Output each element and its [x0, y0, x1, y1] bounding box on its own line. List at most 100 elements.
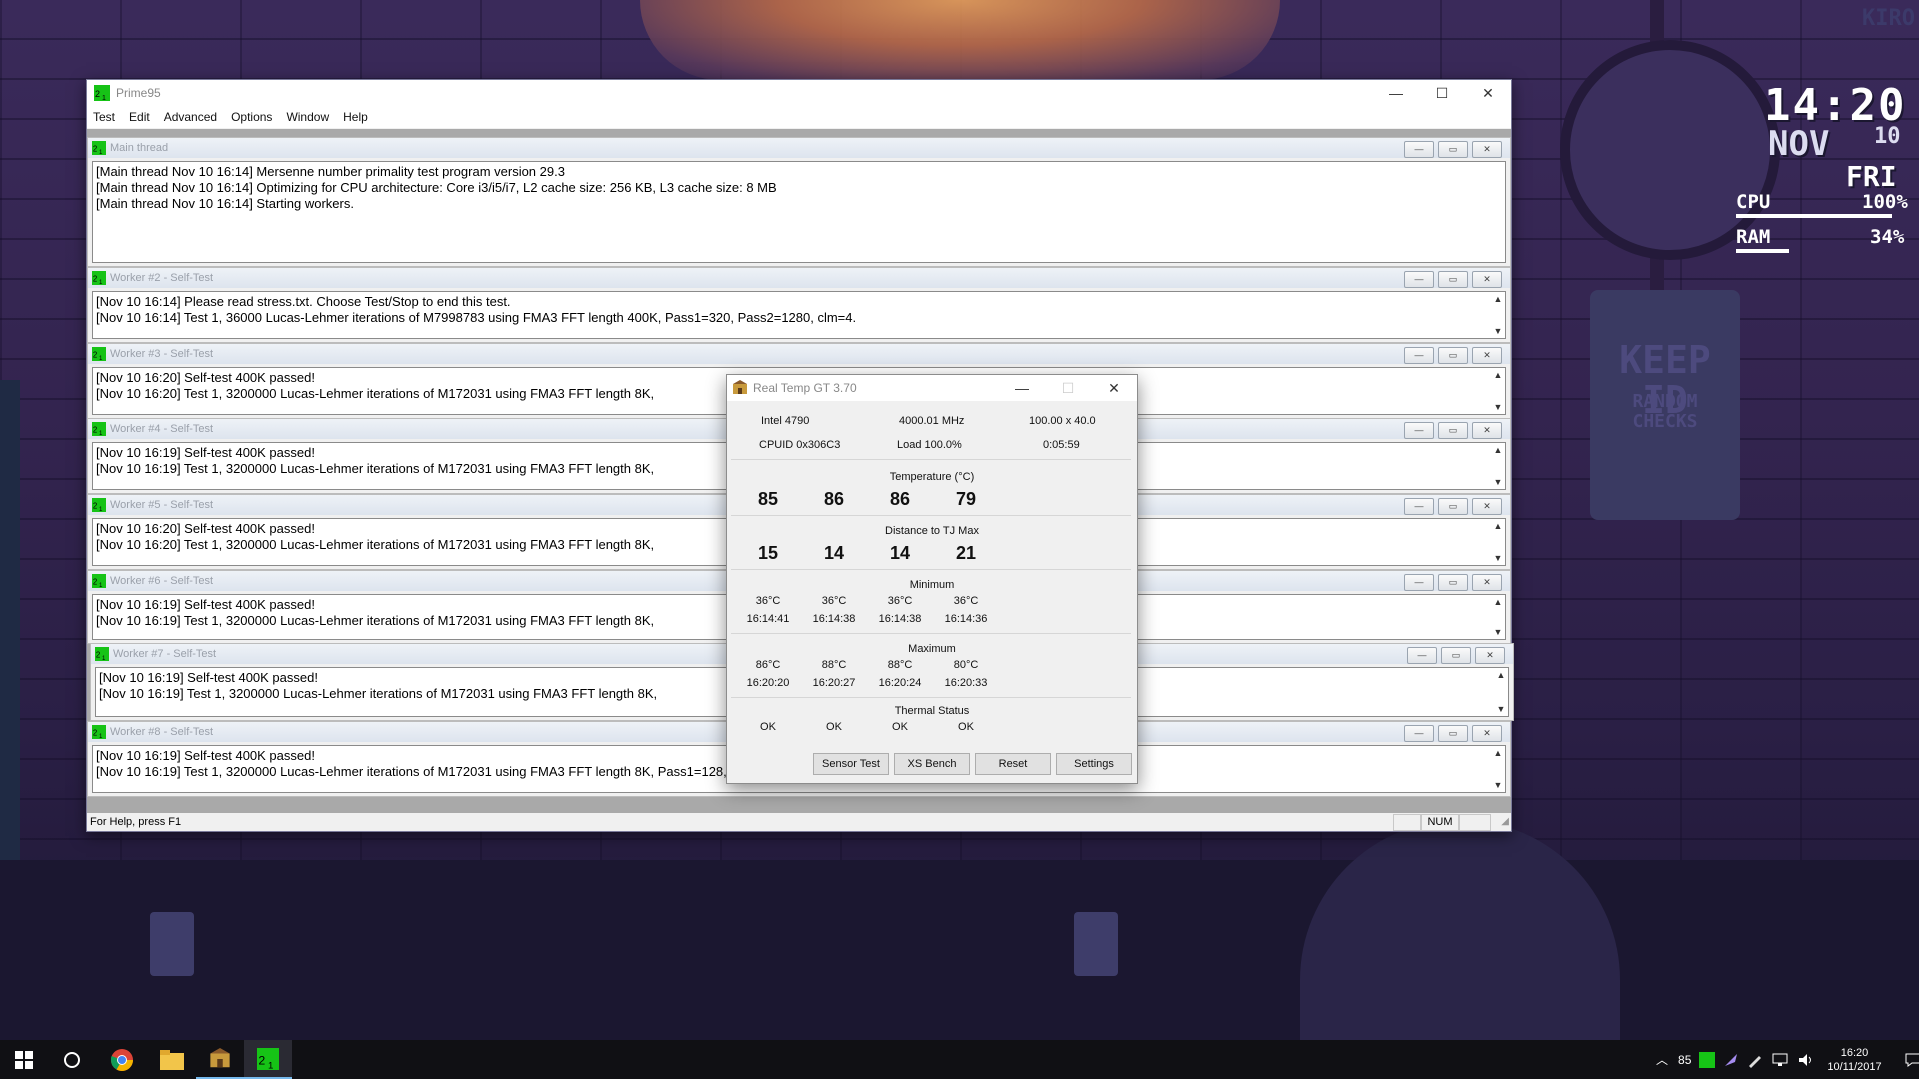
tray-overflow-chevron-icon[interactable]: ︿	[1656, 1051, 1668, 1068]
settings-button[interactable]: Settings	[1056, 753, 1132, 775]
mdi-minimize-button[interactable]: —	[1404, 141, 1434, 158]
mdi-window-title: Worker #4 - Self-Test	[110, 423, 214, 435]
minimize-button[interactable]: —	[1373, 80, 1419, 106]
scroll-up-arrow-icon[interactable]: ▲	[1491, 519, 1505, 533]
scroll-up-arrow-icon[interactable]: ▲	[1491, 292, 1505, 306]
widget-ram-value: 34%	[1870, 226, 1905, 248]
tray-temp-readout[interactable]: 85	[1678, 1053, 1691, 1067]
mdi-minimize-button[interactable]: —	[1404, 347, 1434, 364]
mdi-minimize-button[interactable]: —	[1404, 271, 1434, 288]
vertical-scrollbar[interactable]: ▲ ▼	[1491, 595, 1505, 639]
log-line: [Main thread Nov 10 16:14] Starting work…	[96, 196, 354, 211]
core-temp: 85	[757, 489, 779, 509]
menu-options[interactable]: Options	[231, 110, 272, 124]
network-icon[interactable]	[1771, 1052, 1789, 1068]
svg-text:2: 2	[93, 729, 97, 738]
min-temp: 36°C	[887, 595, 913, 607]
mdi-restore-button[interactable]: ▭	[1438, 574, 1468, 591]
mdi-restore-button[interactable]: ▭	[1438, 422, 1468, 439]
vertical-scrollbar[interactable]: ▲ ▼	[1494, 668, 1508, 716]
taskbar-clock[interactable]: 16:20 10/11/2017	[1827, 1046, 1881, 1074]
log-output[interactable]: [Main thread Nov 10 16:14] Mersenne numb…	[92, 161, 1506, 263]
mdi-close-button[interactable]: ✕	[1472, 347, 1502, 364]
scroll-up-arrow-icon[interactable]: ▲	[1491, 595, 1505, 609]
mdi-close-button[interactable]: ✕	[1472, 422, 1502, 439]
mdi-close-button[interactable]: ✕	[1475, 647, 1505, 664]
mdi-restore-button[interactable]: ▭	[1438, 725, 1468, 742]
search-button[interactable]	[48, 1040, 96, 1079]
resize-grip-icon[interactable]: ◢	[1501, 813, 1509, 831]
svg-text:1: 1	[99, 279, 103, 285]
mdi-restore-button[interactable]: ▭	[1441, 647, 1471, 664]
mdi-restore-button[interactable]: ▭	[1438, 141, 1468, 158]
main-thread-window[interactable]: 2 1 Main thread — ▭ ✕ [Main thread Nov 10 16:1…	[87, 137, 1511, 267]
worker-window[interactable]: 2 1 Worker #2 - Self-Test — ▭ ✕ [Nov 10 16:14]…	[87, 267, 1511, 343]
log-output[interactable]: [Nov 10 16:14] Please read stress.txt. C…	[92, 291, 1506, 339]
scroll-up-arrow-icon[interactable]: ▲	[1491, 746, 1505, 760]
mdi-minimize-button[interactable]: —	[1404, 498, 1434, 515]
tray-pen-icon[interactable]	[1747, 1052, 1763, 1068]
mdi-close-button[interactable]: ✕	[1472, 498, 1502, 515]
vertical-scrollbar[interactable]: ▲ ▼	[1491, 443, 1505, 489]
mdi-restore-button[interactable]: ▭	[1438, 347, 1468, 364]
scroll-down-arrow-icon[interactable]: ▼	[1491, 475, 1505, 489]
menu-advanced[interactable]: Advanced	[164, 110, 217, 124]
menu-test[interactable]: Test	[93, 110, 115, 124]
svg-text:2: 2	[93, 275, 97, 284]
mdi-close-button[interactable]: ✕	[1472, 725, 1502, 742]
scroll-up-arrow-icon[interactable]: ▲	[1494, 668, 1508, 682]
separator	[731, 459, 1131, 460]
scroll-down-arrow-icon[interactable]: ▼	[1491, 778, 1505, 792]
realtemp-close-button[interactable]: ✕	[1091, 375, 1137, 401]
mdi-close-button[interactable]: ✕	[1472, 141, 1502, 158]
mdi-minimize-button[interactable]: —	[1407, 647, 1437, 664]
vertical-scrollbar[interactable]: ▲ ▼	[1491, 519, 1505, 565]
scroll-down-arrow-icon[interactable]: ▼	[1491, 625, 1505, 639]
mdi-restore-button[interactable]: ▭	[1438, 498, 1468, 515]
tray-prime95-icon[interactable]	[1699, 1051, 1716, 1068]
realtemp-window[interactable]: Real Temp GT 3.70 — ☐ ✕ Intel 4790 4000.…	[726, 374, 1138, 784]
mdi-close-button[interactable]: ✕	[1472, 271, 1502, 288]
action-center-icon[interactable]	[1904, 1052, 1919, 1068]
start-button[interactable]	[0, 1040, 48, 1079]
taskbar-file-explorer[interactable]	[148, 1040, 196, 1079]
thermal-status: OK	[826, 721, 842, 733]
mdi-minimize-button[interactable]: —	[1404, 574, 1434, 591]
scroll-down-arrow-icon[interactable]: ▼	[1494, 702, 1508, 716]
menu-help[interactable]: Help	[343, 110, 368, 124]
volume-icon[interactable]	[1797, 1052, 1815, 1068]
scroll-up-arrow-icon[interactable]: ▲	[1491, 368, 1505, 382]
scroll-down-arrow-icon[interactable]: ▼	[1491, 324, 1505, 338]
mdi-titlebar[interactable]: 2 1 Main thread — ▭ ✕	[88, 138, 1510, 158]
mdi-minimize-button[interactable]: —	[1404, 725, 1434, 742]
xs-bench-button[interactable]: XS Bench	[894, 753, 970, 775]
widget-day: 10	[1874, 124, 1901, 149]
scroll-down-arrow-icon[interactable]: ▼	[1491, 551, 1505, 565]
close-button[interactable]: ✕	[1465, 80, 1511, 106]
taskbar-realtemp[interactable]	[196, 1040, 244, 1079]
prime95-titlebar[interactable]: 21 Prime95 — ☐ ✕	[87, 80, 1511, 106]
mdi-titlebar[interactable]: 2 1 Worker #2 - Self-Test — ▭ ✕	[88, 268, 1510, 288]
ceiling-lamp	[640, 0, 1280, 80]
prime95-menubar: Test Edit Advanced Options Window Help	[87, 106, 1511, 128]
sensor-test-button[interactable]: Sensor Test	[813, 753, 889, 775]
svg-text:2: 2	[93, 351, 97, 360]
vertical-scrollbar[interactable]: ▲ ▼	[1491, 368, 1505, 414]
menu-window[interactable]: Window	[286, 110, 329, 124]
scroll-up-arrow-icon[interactable]: ▲	[1491, 443, 1505, 457]
menu-edit[interactable]: Edit	[129, 110, 150, 124]
mdi-minimize-button[interactable]: —	[1404, 422, 1434, 439]
tray-rainmeter-icon[interactable]	[1723, 1052, 1739, 1068]
realtemp-minimize-button[interactable]: —	[999, 375, 1045, 401]
mdi-close-button[interactable]: ✕	[1472, 574, 1502, 591]
reset-button[interactable]: Reset	[975, 753, 1051, 775]
vertical-scrollbar[interactable]: ▲ ▼	[1491, 746, 1505, 792]
mdi-restore-button[interactable]: ▭	[1438, 271, 1468, 288]
maximize-button[interactable]: ☐	[1419, 80, 1465, 106]
vertical-scrollbar[interactable]: ▲ ▼	[1491, 292, 1505, 338]
taskbar-prime95[interactable]: 21	[244, 1040, 292, 1079]
scroll-down-arrow-icon[interactable]: ▼	[1491, 400, 1505, 414]
mdi-titlebar[interactable]: 2 1 Worker #3 - Self-Test — ▭ ✕	[88, 344, 1510, 364]
realtemp-titlebar[interactable]: Real Temp GT 3.70 — ☐ ✕	[727, 375, 1137, 401]
taskbar-chrome[interactable]	[98, 1040, 146, 1079]
